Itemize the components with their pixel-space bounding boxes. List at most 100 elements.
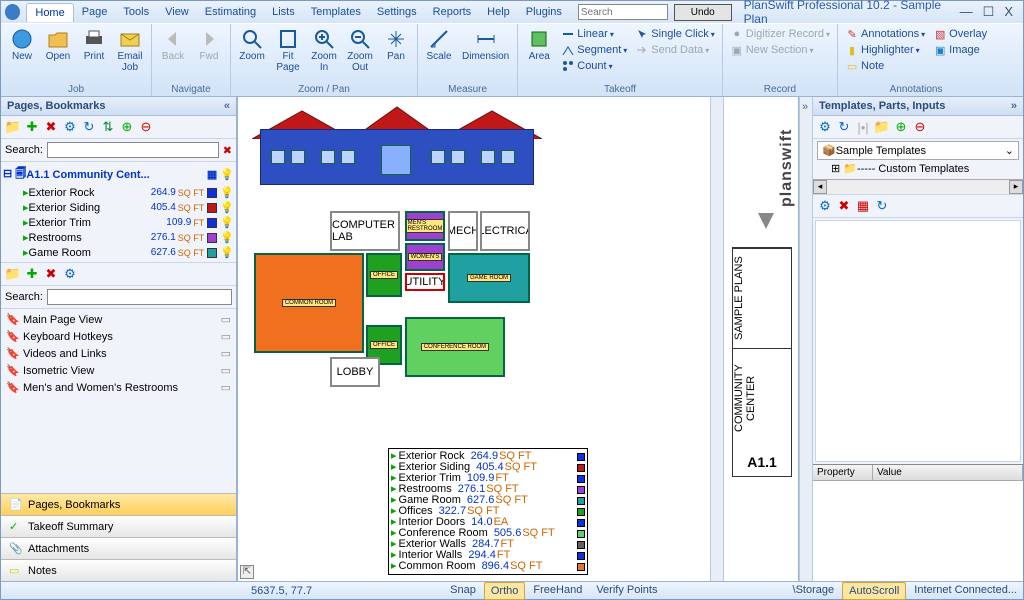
minus-circle-icon[interactable]: ⊖ — [138, 119, 154, 135]
prop-del-icon[interactable]: ✖ — [836, 198, 852, 214]
canvas-divider[interactable] — [710, 97, 724, 581]
close-button[interactable]: X — [1004, 4, 1013, 20]
group-record-caption: Record — [727, 84, 833, 96]
bookmark-item[interactable]: 🔖Main Page View▭ — [3, 311, 234, 328]
add-green-icon[interactable]: ✚ — [24, 119, 40, 135]
bookmark-item[interactable]: 🔖Keyboard Hotkeys▭ — [3, 328, 234, 345]
segment-button[interactable]: Segment▾ — [558, 42, 630, 58]
tab-view[interactable]: View — [157, 3, 197, 22]
verify-points-toggle[interactable]: Verify Points — [590, 582, 663, 600]
tab-page[interactable]: Page — [74, 3, 116, 22]
clear-search-icon[interactable]: ✖ — [223, 144, 232, 157]
pan-button[interactable]: Pan — [379, 26, 413, 84]
pages-bookmarks-header: Pages, Bookmarks« — [1, 97, 236, 116]
bookmarks-search-input[interactable] — [47, 289, 232, 305]
open-button[interactable]: Open — [41, 26, 75, 84]
linear-button[interactable]: Linear▾ — [558, 26, 630, 42]
scale-button[interactable]: Scale — [422, 26, 456, 84]
bookmark-item[interactable]: 🔖Videos and Links▭ — [3, 345, 234, 362]
bookmark-item[interactable]: 🔖Isometric View▭ — [3, 362, 234, 379]
tree-item[interactable]: ▸ Restrooms276.1SQ FT💡 — [3, 230, 234, 245]
prop-grid-icon[interactable]: ▦ — [855, 198, 871, 214]
tree-item[interactable]: ▸ Exterior Rock264.9SQ FT💡 — [3, 185, 234, 200]
tree-item[interactable]: ▸ Exterior Trim109.9FT💡 — [3, 215, 234, 230]
pages-search-input[interactable] — [47, 142, 219, 158]
sort-icon[interactable]: ⇅ — [100, 119, 116, 135]
highlighter-button[interactable]: ▮Highlighter▾ — [842, 42, 928, 58]
right-collapse-bar[interactable]: » — [799, 97, 813, 581]
tab-templates[interactable]: Templates — [303, 3, 369, 22]
tpl-folder-icon[interactable]: 📁 — [874, 119, 890, 135]
delete-red-icon[interactable]: ✖ — [43, 119, 59, 135]
new-button[interactable]: New — [5, 26, 39, 84]
image-button[interactable]: ▣Image — [930, 42, 990, 58]
tab-notes[interactable]: ▭Notes — [1, 559, 236, 581]
tree-item[interactable]: ▸ Exterior Siding405.4SQ FT💡 — [3, 200, 234, 215]
zoom-out-button[interactable]: Zoom Out — [343, 26, 377, 84]
tab-help[interactable]: Help — [479, 3, 518, 22]
area-button[interactable]: Area — [522, 26, 556, 84]
bm-add-icon[interactable]: ✚ — [24, 266, 40, 282]
tab-tools[interactable]: Tools — [115, 3, 157, 22]
plus-circle-icon[interactable]: ⊕ — [119, 119, 135, 135]
prop-refresh-icon[interactable]: ↻ — [874, 198, 890, 214]
email-job-button[interactable]: Email Job — [113, 26, 147, 84]
tpl-refresh-icon[interactable]: ↻ — [836, 119, 852, 135]
tab-takeoff-summary[interactable]: ✓Takeoff Summary — [1, 515, 236, 537]
back-button[interactable]: Back — [156, 26, 190, 84]
note-button[interactable]: ▭Note — [842, 58, 928, 74]
scroll-right-icon[interactable]: ▸ — [1009, 180, 1023, 194]
drawing-canvas[interactable]: COMPUTER LAB MEN'S RESTROOM MECH ELECTRI… — [237, 97, 799, 581]
search-input[interactable] — [578, 4, 668, 20]
fit-page-button[interactable]: Fit Page — [271, 26, 305, 84]
pages-tree[interactable]: ⊟ 🗐 A1.1 Community Cent...▦ 💡 ▸ Exterior… — [1, 162, 236, 262]
annotations-button[interactable]: ✎Annotations▾ — [842, 26, 928, 42]
bookmark-item[interactable]: 🔖Men's and Women's Restrooms▭ — [3, 379, 234, 396]
refresh-icon[interactable]: ↻ — [81, 119, 97, 135]
tpl-gear-icon[interactable]: ⚙ — [817, 119, 833, 135]
dimension-button[interactable]: Dimension — [458, 26, 513, 84]
count-button[interactable]: Count▾ — [558, 58, 630, 74]
tree-item[interactable]: ▸ Game Room627.6SQ FT💡 — [3, 245, 234, 260]
zoom-in-button[interactable]: Zoom In — [307, 26, 341, 84]
single-click-button[interactable]: Single Click▾ — [632, 26, 717, 42]
tab-settings[interactable]: Settings — [369, 3, 425, 22]
snap-toggle[interactable]: Snap — [444, 582, 482, 600]
digitizer-record-button[interactable]: ●Digitizer Record▾ — [727, 26, 833, 42]
expand-canvas-icon[interactable]: ⇱ — [240, 565, 254, 579]
gear-icon[interactable]: ⚙ — [62, 119, 78, 135]
tpl-plus-icon[interactable]: ⊕ — [893, 119, 909, 135]
collapse-left-icon[interactable]: « — [224, 100, 230, 112]
tab-attachments[interactable]: 📎Attachments — [1, 537, 236, 559]
bm-folder-icon[interactable]: 📁 — [5, 266, 21, 282]
ortho-toggle[interactable]: Ortho — [484, 582, 526, 600]
minimize-button[interactable]: — — [960, 4, 973, 20]
tab-reports[interactable]: Reports — [425, 3, 480, 22]
print-button[interactable]: Print — [77, 26, 111, 84]
new-folder-icon[interactable]: 📁 — [5, 119, 21, 135]
new-section-button[interactable]: ▣New Section▾ — [727, 42, 833, 58]
scroll-left-icon[interactable]: ◂ — [813, 180, 827, 194]
maximize-button[interactable]: ☐ — [983, 4, 995, 20]
overlay-button[interactable]: ▧Overlay — [930, 26, 990, 42]
bm-delete-icon[interactable]: ✖ — [43, 266, 59, 282]
send-data-button[interactable]: Send Data▾ — [632, 42, 717, 58]
tab-plugins[interactable]: Plugins — [518, 3, 570, 22]
template-child[interactable]: ⊞ 📁 ----- Custom Templates — [817, 160, 1019, 177]
tab-estimating[interactable]: Estimating — [197, 3, 264, 22]
fwd-button[interactable]: Fwd — [192, 26, 226, 84]
autoscroll-toggle[interactable]: AutoScroll — [842, 582, 906, 600]
tab-home[interactable]: Home — [26, 3, 73, 22]
zoom-button[interactable]: Zoom — [235, 26, 269, 84]
collapse-right-icon[interactable]: » — [1011, 100, 1017, 112]
tpl-minus-icon[interactable]: ⊖ — [912, 119, 928, 135]
storage-status[interactable]: \Storage — [787, 582, 841, 600]
tab-lists[interactable]: Lists — [264, 3, 303, 22]
freehand-toggle[interactable]: FreeHand — [527, 582, 588, 600]
template-root[interactable]: 📦 Sample Templates⌄ — [817, 141, 1019, 160]
prop-gear-icon[interactable]: ⚙ — [817, 198, 833, 214]
titlebar: Home Page Tools View Estimating Lists Te… — [1, 1, 1023, 23]
bm-gear-icon[interactable]: ⚙ — [62, 266, 78, 282]
undo-button[interactable]: Undo — [674, 4, 732, 21]
tab-pages-bookmarks[interactable]: 📄Pages, Bookmarks — [1, 493, 236, 515]
